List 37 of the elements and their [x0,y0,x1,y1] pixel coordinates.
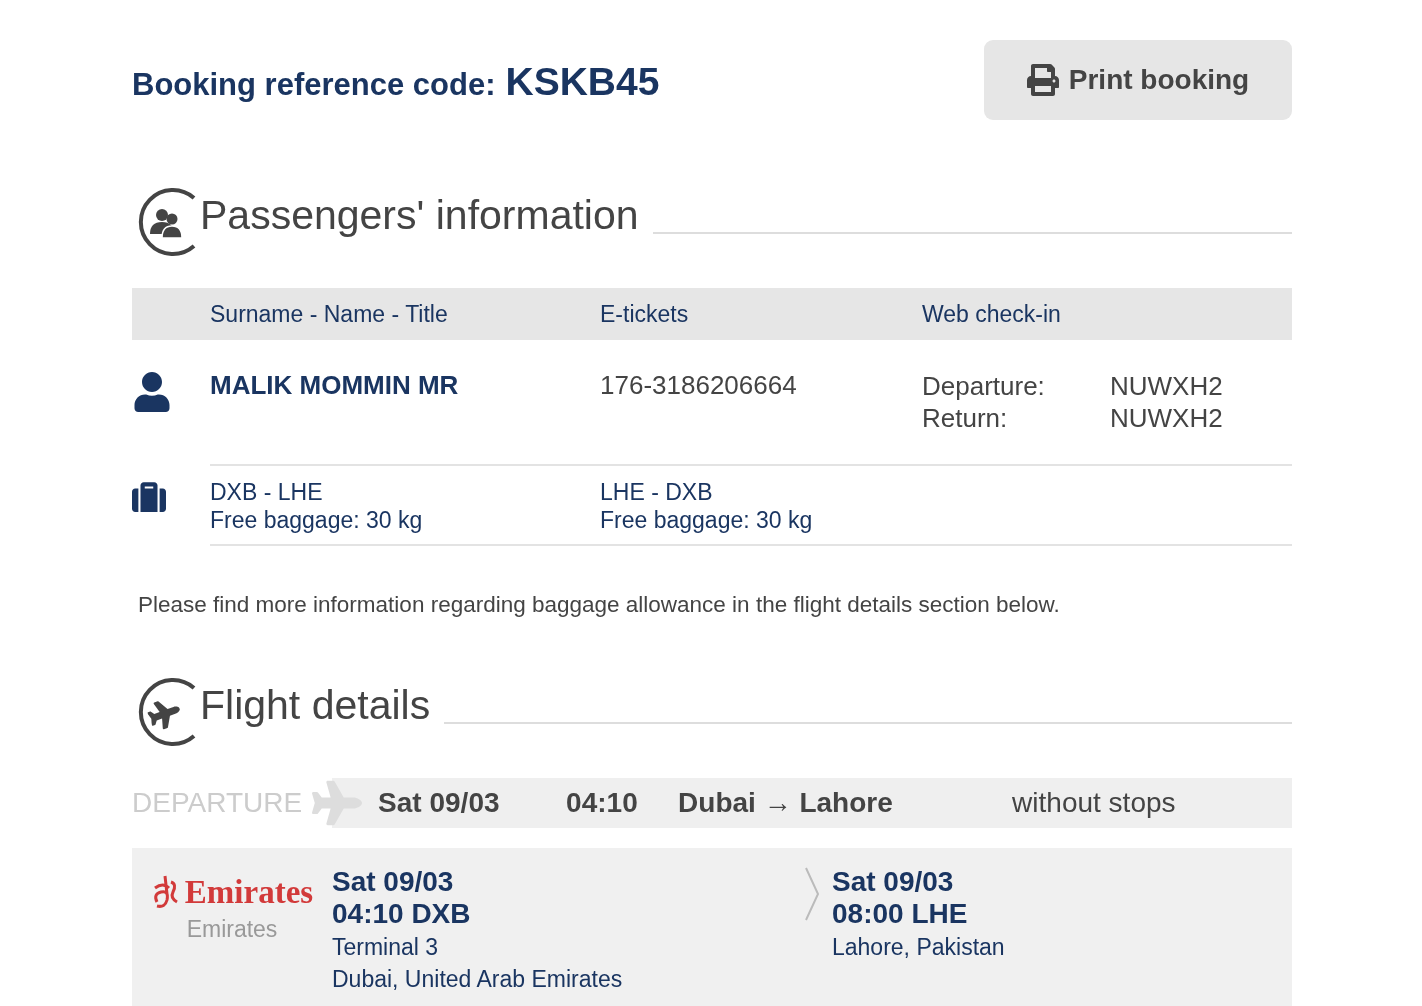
section-title: Passengers' information [200,195,639,240]
check-in-label: Departure: [922,370,1046,402]
leg-stops: without stops [1012,787,1177,819]
chevron-icon [804,866,820,922]
baggage-note: Please find more information regarding baggage allowance in the flight details section below. [138,592,1061,618]
plane-icon [312,778,363,828]
departure-city: Dubai, United Arab Emirates [332,965,624,994]
baggage-allowance: Free baggage: 30 kg [210,506,424,534]
print-booking-button[interactable]: Print booking [984,40,1292,120]
baggage-route: DXB - LHE [210,478,324,506]
column-header: Web check-in [922,300,1062,328]
suitcase-icon [132,480,166,514]
e-ticket-number: 176-3186206664 [600,370,798,401]
leg-route: Dubai → Lahore [678,787,894,819]
baggage-allowance: Free baggage: 30 kg [600,506,814,534]
column-header: E-tickets [600,300,690,328]
booking-reference-code: KSKB45 [505,60,660,104]
person-icon [132,372,172,412]
departure-time: 04:10 DXB [332,898,472,930]
departure-terminal: Terminal 3 [332,933,440,962]
booking-reference-label: Booking reference code: [132,67,496,103]
leg-date: Sat 09/03 [378,787,501,819]
baggage-route: LHE - DXB [600,478,714,506]
airline-logo: Emirates [184,873,314,911]
departure-date: Sat 09/03 [332,866,455,898]
leg-time: 04:10 [566,787,639,819]
column-header: Surname - Name - Title [210,300,449,328]
check-in-code: NUWXH2 [1110,402,1224,434]
section-title: Flight details [200,685,431,730]
check-in-label: Return: [922,402,1009,434]
arrival-city: Lahore, Pakistan [832,933,1006,962]
arrival-date: Sat 09/03 [832,866,955,898]
arrival-time: 08:00 LHE [832,898,969,930]
check-in-code: NUWXH2 [1110,370,1224,402]
passenger-name: MALIK MOMMIN MR [210,370,460,401]
airline-name: Emirates [186,916,278,943]
printer-icon [1026,64,1059,96]
